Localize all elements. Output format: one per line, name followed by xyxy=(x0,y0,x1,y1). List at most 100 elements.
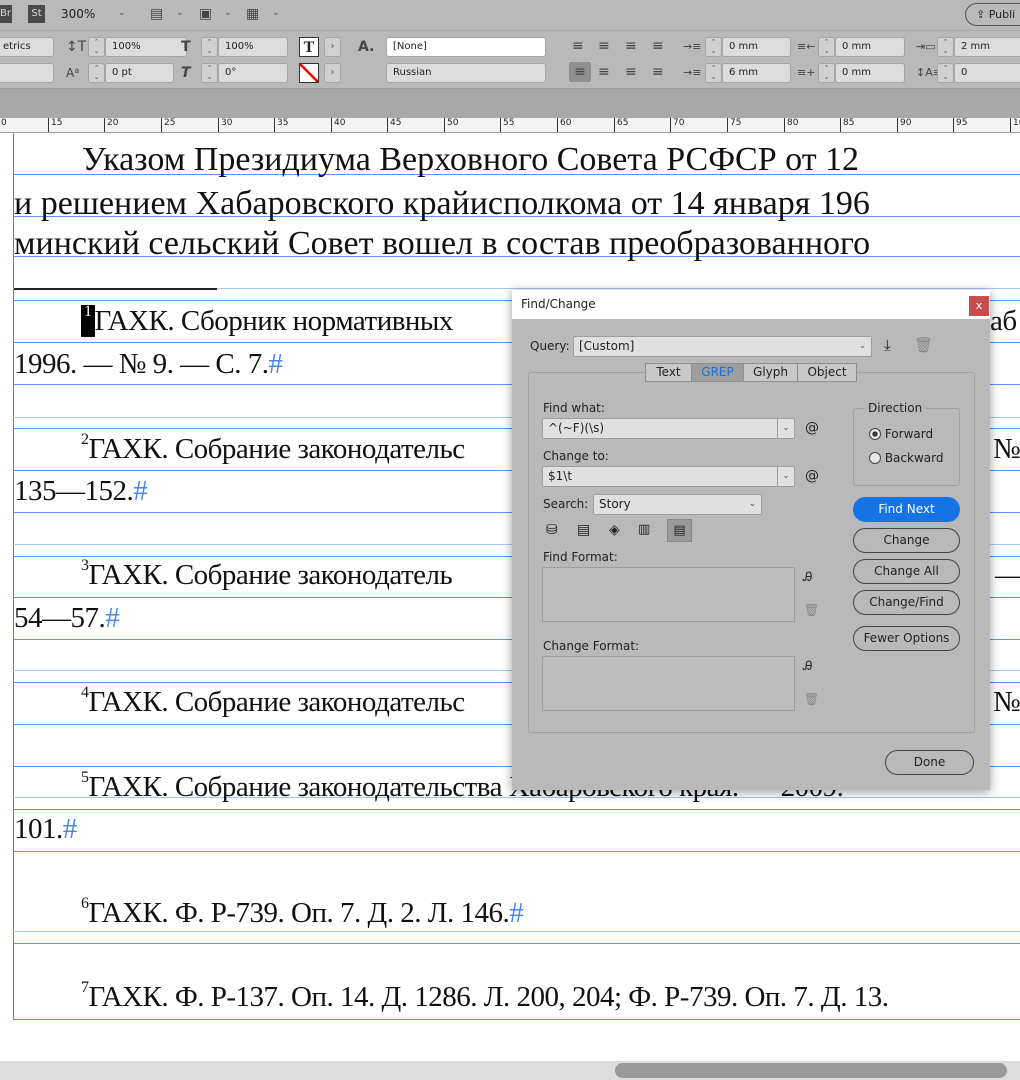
search-label: Search: xyxy=(543,497,589,511)
space-before-stepper[interactable]: ⌃ ⌄ xyxy=(937,37,954,57)
stock-badge[interactable]: St xyxy=(28,5,45,23)
trash-icon[interactable]: 🗑 xyxy=(804,692,819,706)
drop-cap-stepper[interactable]: ⌃ ⌄ xyxy=(937,63,954,83)
scrollbar-thumb[interactable] xyxy=(615,1063,1007,1078)
align-towards-spine-icon[interactable]: ≡ xyxy=(652,36,664,56)
chevron-down-icon[interactable]: ⌄ xyxy=(272,8,280,18)
space-before-field[interactable]: 2 mm xyxy=(954,37,1020,57)
last-line-indent-stepper[interactable]: ⌃ ⌄ xyxy=(818,63,835,83)
view-options-icon[interactable]: ▤ xyxy=(150,4,163,24)
stroke-none-icon[interactable] xyxy=(299,63,319,83)
justify-left-icon[interactable]: ≡ xyxy=(569,62,591,82)
tab-glyph[interactable]: Glyph xyxy=(743,363,798,382)
trash-icon[interactable]: 🗑 xyxy=(914,336,933,354)
vertical-scale-field[interactable]: 100% xyxy=(105,37,187,57)
query-select[interactable]: [Custom] ⌄ xyxy=(573,336,872,357)
last-line-indent-field[interactable]: 0 mm xyxy=(835,63,905,83)
publish-button[interactable]: ⇪ Publi xyxy=(965,3,1020,26)
change-to-input[interactable]: $1\t ⌄ xyxy=(542,466,795,487)
done-button[interactable]: Done xyxy=(885,750,974,775)
align-right-icon[interactable]: ≡ xyxy=(625,36,637,56)
footnote-5-continuation[interactable]: 101.# xyxy=(14,813,77,846)
chevron-down-icon[interactable]: ⌄ xyxy=(777,467,794,486)
body-line[interactable]: минский сельский Совет вошел в состав пр… xyxy=(14,225,870,263)
body-line[interactable]: и решением Хабаровского крайисполкома от… xyxy=(14,185,870,223)
find-next-button[interactable]: Find Next xyxy=(853,497,960,522)
body-line[interactable]: Указом Президиума Верховного Совета РСФС… xyxy=(82,141,859,179)
find-what-value: ^(~F)(\s) xyxy=(548,421,605,435)
footnote-3-continuation[interactable]: 54—57.# xyxy=(14,602,120,635)
right-indent-stepper[interactable]: ⌃ ⌄ xyxy=(818,37,835,57)
vertical-scale-stepper[interactable]: ⌃ ⌄ xyxy=(88,37,105,57)
backward-radio[interactable]: Backward xyxy=(869,451,943,465)
chevron-down-icon[interactable]: ⌄ xyxy=(777,419,794,438)
find-what-input[interactable]: ^(~F)(\s) ⌄ xyxy=(542,418,795,439)
arrange-documents-icon[interactable]: ▦ xyxy=(246,4,259,24)
expand-arrow-icon[interactable]: › xyxy=(324,63,341,83)
character-style-select[interactable]: [None] xyxy=(386,37,546,57)
footnote-2[interactable]: 2ГАХК. Собрание законодательс xyxy=(81,431,465,466)
fewer-options-button[interactable]: Fewer Options xyxy=(853,626,960,651)
right-indent-field[interactable]: 0 mm xyxy=(835,37,905,57)
first-line-indent-field[interactable]: 6 mm xyxy=(722,63,791,83)
chevron-down-icon[interactable]: ⌄ xyxy=(176,8,184,18)
tab-grep[interactable]: GREP xyxy=(691,363,744,382)
tab-object[interactable]: Object xyxy=(797,363,857,382)
first-line-indent-stepper[interactable]: ⌃ ⌄ xyxy=(705,63,722,83)
save-query-icon[interactable]: ⤓ xyxy=(884,336,891,354)
language-select[interactable]: Russian xyxy=(386,63,546,83)
baseline-shift-field[interactable]: 0 pt xyxy=(105,63,174,83)
include-footnotes-icon[interactable]: ▤ xyxy=(667,519,692,542)
horizontal-scale-field[interactable]: 100% xyxy=(218,37,288,57)
fill-color-icon[interactable]: T xyxy=(299,37,319,57)
screen-mode-icon[interactable]: ▣ xyxy=(199,4,212,24)
align-center-icon[interactable]: ≡ xyxy=(598,36,610,56)
footnote-3[interactable]: 3ГАХК. Собрание законодатель xyxy=(81,557,453,592)
kerning-field[interactable]: etrics xyxy=(0,37,54,57)
change-find-button[interactable]: Change/Find xyxy=(853,590,960,615)
footnote-1[interactable]: 1 ГАХК. Сборник нормативных xyxy=(81,303,453,338)
change-all-button[interactable]: Change All xyxy=(853,559,960,584)
footnote-7[interactable]: 7ГАХК. Ф. Р-137. Оп. 14. Д. 1286. Л. 200… xyxy=(81,979,889,1014)
skew-stepper[interactable]: ⌃ ⌄ xyxy=(201,63,218,83)
zoom-level[interactable]: 300% xyxy=(61,7,95,21)
special-characters-icon[interactable]: @ xyxy=(805,420,819,436)
tab-text[interactable]: Text xyxy=(645,363,692,382)
dialog-title[interactable]: Find/Change xyxy=(512,290,990,319)
tracking-field[interactable] xyxy=(0,63,54,83)
align-away-spine-icon[interactable]: ≡ xyxy=(652,62,664,82)
justify-all-icon[interactable]: ≡ xyxy=(625,62,637,82)
change-format-box[interactable] xyxy=(542,656,795,711)
find-format-box[interactable] xyxy=(542,567,795,622)
search-scope-select[interactable]: Story ⌄ xyxy=(593,494,762,515)
left-indent-stepper[interactable]: ⌃ ⌄ xyxy=(705,37,722,57)
left-indent-field[interactable]: 0 mm xyxy=(722,37,791,57)
include-locked-stories-icon[interactable]: ▤ xyxy=(577,522,590,538)
footnote-4[interactable]: 4ГАХК. Собрание законодательс xyxy=(81,684,465,719)
footnote-2-continuation[interactable]: 135—152.# xyxy=(14,475,148,508)
close-button[interactable]: x xyxy=(969,296,989,316)
special-characters-icon[interactable]: @ xyxy=(805,468,819,484)
specify-format-icon[interactable]: Ꭿ xyxy=(803,659,812,674)
drop-cap-field[interactable]: 0 xyxy=(954,63,1020,83)
include-master-pages-icon[interactable]: ▥ xyxy=(638,522,650,537)
horizontal-ruler[interactable]: 0 15 20 25 30 35 40 45 50 55 60 65 70 75… xyxy=(0,118,1020,133)
horizontal-scale-stepper[interactable]: ⌃ ⌄ xyxy=(201,37,218,57)
specify-format-icon[interactable]: Ꭿ xyxy=(803,570,812,585)
forward-radio[interactable]: Forward xyxy=(869,427,933,441)
expand-arrow-icon[interactable]: › xyxy=(324,37,341,57)
chevron-down-icon[interactable]: ⌄ xyxy=(224,8,232,18)
change-button[interactable]: Change xyxy=(853,528,960,553)
bridge-badge[interactable]: Br xyxy=(0,5,12,23)
include-locked-layers-icon[interactable]: ⛁ xyxy=(546,522,558,538)
zoom-chevron-icon[interactable]: ⌄ xyxy=(118,8,126,18)
trash-icon[interactable]: 🗑 xyxy=(804,603,819,617)
skew-field[interactable]: 0° xyxy=(218,63,288,83)
include-hidden-layers-icon[interactable]: ◈ xyxy=(609,522,620,538)
justify-center-icon[interactable]: ≡ xyxy=(598,62,610,82)
footnote-1-continuation[interactable]: 1996. — № 9. — С. 7.# xyxy=(14,348,283,381)
align-left-icon[interactable]: ≡ xyxy=(572,36,584,56)
footnote-6[interactable]: 6ГАХК. Ф. Р-739. Оп. 7. Д. 2. Л. 146.# xyxy=(81,895,524,930)
footnote-text: 135—152. xyxy=(14,475,134,507)
baseline-shift-stepper[interactable]: ⌃ ⌄ xyxy=(88,63,105,83)
